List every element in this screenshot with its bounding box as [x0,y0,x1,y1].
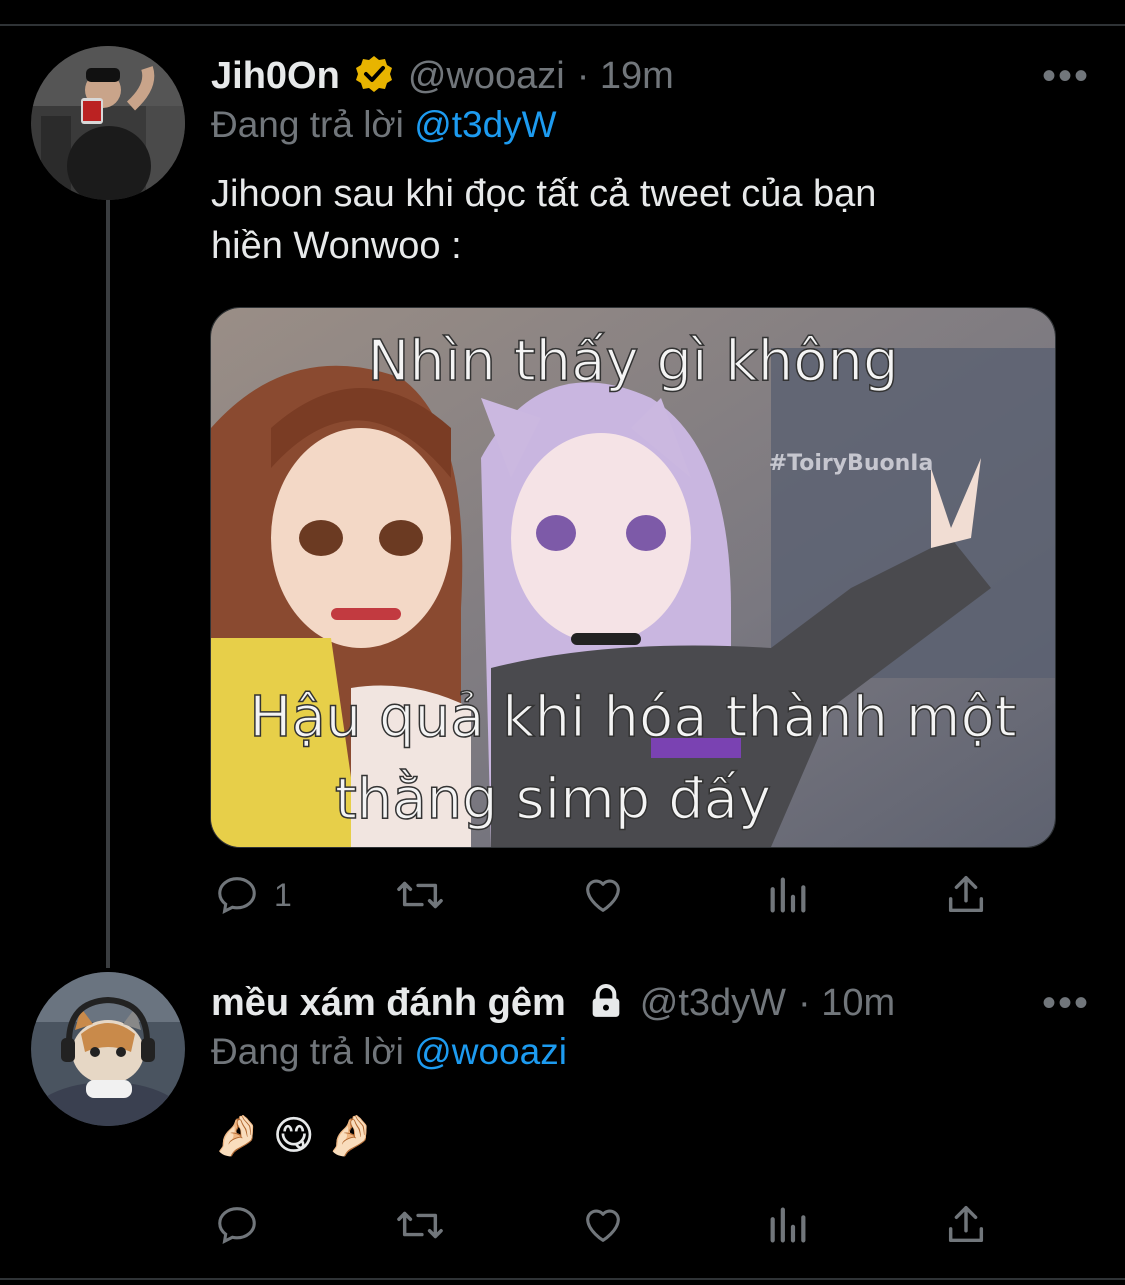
share-button[interactable] [943,1202,989,1248]
avatar-photo [31,972,185,1126]
analytics-button[interactable] [765,872,811,918]
lock-icon [586,981,626,1026]
display-name[interactable]: Jih0On [211,55,340,98]
share-icon [948,1206,984,1243]
retweet-button[interactable] [395,872,445,918]
retweet-icon [397,1211,443,1239]
reply-mention-link[interactable]: @wooazi [414,1031,567,1072]
more-options-icon[interactable]: ••• [1042,983,1090,1023]
like-icon [586,879,620,912]
reply-count: 1 [274,876,292,913]
tweet-actions: 1 [210,872,1000,922]
meme-caption-top: Nhìn thấy gì không [367,329,898,394]
top-divider [0,24,1125,26]
retweet-button[interactable] [395,1202,445,1248]
analytics-icon [770,1207,806,1243]
meme-image: Nhìn thấy gì không #ToiryBuonIa Hậu quả … [211,308,1055,847]
reply-mention-link[interactable]: @t3dyW [414,104,556,145]
meme-caption-middle: Hậu quả khi hóa thành một [249,685,1016,750]
tweet-text-line: Jihoon sau khi đọc tất cả tweet của bạn [211,173,877,215]
replying-to: Đang trả lời @t3dyW [211,104,557,146]
like-button[interactable] [580,1202,626,1248]
tweet-text: Jihoon sau khi đọc tất cả tweet của bạn … [211,168,876,272]
tweet-header: Jih0On @wooazi · 19m [211,54,674,99]
handle[interactable]: @wooazi [408,55,565,98]
like-icon [586,1209,620,1242]
tweet-text-line: hiền Wonwoo : [211,225,462,267]
replying-to-label: Đang trả lời [211,104,404,145]
handle[interactable]: @t3dyW [640,982,786,1025]
meme-caption-bottom: thằng simp đấy [335,767,771,832]
share-button[interactable] [943,872,989,918]
thread-connector [106,196,110,968]
tweet-actions [210,1202,1000,1252]
analytics-button[interactable] [765,1202,811,1248]
replying-to-label: Đang trả lời [211,1031,404,1072]
tweet-header: mều xám đánh gêm @t3dyW · 10m [211,981,895,1026]
replying-to: Đang trả lời @wooazi [211,1031,567,1073]
tweet-text: 🤌🏻 😋 🤌🏻 [212,1114,376,1158]
like-button[interactable] [580,872,626,918]
verified-badge-icon [354,54,394,99]
reply-button[interactable]: 1 [214,872,292,918]
timestamp[interactable]: · 10m [798,982,895,1025]
retweet-icon [397,881,443,909]
bottom-divider [0,1278,1125,1280]
timestamp[interactable]: · 19m [577,55,674,98]
more-options-icon[interactable]: ••• [1042,56,1090,96]
analytics-icon [770,877,806,913]
reply-icon [218,1207,256,1245]
avatar-photo [31,46,185,200]
avatar[interactable] [31,972,185,1126]
display-name[interactable]: mều xám đánh gêm [211,982,566,1025]
share-icon [948,876,984,913]
reply-button[interactable] [214,1202,260,1248]
meme-watermark: #ToiryBuonIa [769,451,934,476]
reply-icon [218,877,256,915]
tweet-media-image[interactable]: Nhìn thấy gì không #ToiryBuonIa Hậu quả … [210,307,1056,848]
avatar[interactable] [31,46,185,200]
